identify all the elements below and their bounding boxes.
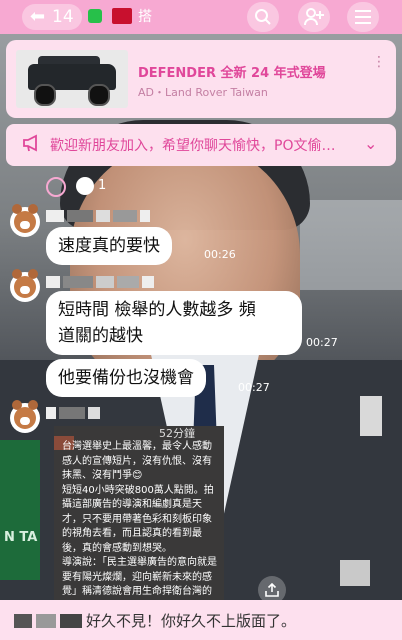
message-text-line: 道關的越快 <box>58 326 143 346</box>
car-wheel <box>88 84 110 106</box>
search-icon <box>255 9 271 25</box>
announcement-banner[interactable]: 歡迎新朋友加入，希望你聊天愉快，PO文偷… ⌄ <box>6 124 396 166</box>
ad-title: DEFENDER 全新 24 年式登場 <box>138 66 326 81</box>
mosaic-block <box>142 276 154 288</box>
ad-more-options-icon[interactable]: ⋮ <box>372 54 386 70</box>
share-icon <box>265 582 279 597</box>
title-emoji-icon <box>88 9 102 23</box>
mosaic-block <box>46 276 60 288</box>
car-wheel <box>34 84 56 106</box>
message-time: 00:27 <box>306 336 338 349</box>
mosaic-block <box>113 210 137 222</box>
background-poster <box>0 440 40 580</box>
mosaic-block <box>46 407 56 419</box>
add-reaction-icon[interactable] <box>46 177 66 197</box>
avatar[interactable] <box>10 204 40 237</box>
avatar-snout <box>20 221 30 229</box>
mosaic-block <box>59 407 85 419</box>
top-bar: ⬅ 14 搭 <box>0 0 402 34</box>
mosaic-block <box>63 276 93 288</box>
message-text-line: 短時間 檢舉的人數越多 頻 <box>58 300 256 320</box>
menu-button[interactable] <box>347 2 379 32</box>
message-time: 00:27 <box>238 381 270 394</box>
mosaic-block <box>340 560 370 586</box>
menu-icon <box>355 10 371 24</box>
search-button[interactable] <box>247 2 279 32</box>
mosaic-block <box>88 407 100 419</box>
pinned-message-bar[interactable]: 好久不見！你好久不上版面了。 <box>0 600 402 640</box>
background-poster-text: N TA <box>4 530 38 545</box>
shared-post-card[interactable]: 52分鐘 台灣選舉史上最溫馨，最令人感動感人的宣傳短片，沒有仇恨、沒有抹黑、沒有… <box>54 426 224 616</box>
avatar[interactable] <box>10 400 40 433</box>
unread-count: 14 <box>52 7 74 27</box>
back-arrow-icon: ⬅ <box>30 6 46 27</box>
mosaic-block <box>36 614 56 628</box>
chat-title[interactable]: 搭 <box>88 6 218 26</box>
background-light <box>300 200 402 290</box>
mosaic-block <box>96 210 110 222</box>
mosaic-block <box>96 276 114 288</box>
pinned-message-text: 好久不見！你好久不上版面了。 <box>86 612 297 630</box>
ad-car-image <box>16 50 128 108</box>
mosaic-block <box>67 210 93 222</box>
add-friend-icon <box>304 8 324 26</box>
back-button[interactable]: ⬅ 14 <box>22 4 82 30</box>
post-body: 台灣選舉史上最溫馨，最令人感動感人的宣傳短片，沒有仇恨、沒有抹黑、沒有鬥爭😊 短… <box>62 441 217 612</box>
title-flag-icon <box>112 8 132 24</box>
post-time: 52分鐘 <box>159 427 195 440</box>
mosaic-block <box>14 614 32 628</box>
add-friend-button[interactable] <box>298 2 330 32</box>
title-text-fragment: 搭 <box>138 9 152 25</box>
announcement-text: 歡迎新朋友加入，希望你聊天愉快，PO文偷… <box>50 138 336 154</box>
sponsored-ad-card[interactable]: DEFENDER 全新 24 年式登場 AD・Land Rover Taiwan… <box>6 40 396 118</box>
message-bubble[interactable]: 他要備份也沒機會 <box>46 359 206 397</box>
message-time: 00:26 <box>204 248 236 261</box>
sender-name-redacted <box>46 404 103 419</box>
mosaic-block <box>46 210 64 222</box>
mosaic-block <box>360 396 382 436</box>
mosaic-block <box>60 614 82 628</box>
sender-name-redacted <box>46 273 157 288</box>
sender-name-redacted <box>46 207 153 222</box>
reaction-count: 1 <box>98 178 107 193</box>
bear-reaction-icon <box>76 177 94 195</box>
ad-sponsor: AD・Land Rover Taiwan <box>138 86 268 99</box>
message-bubble[interactable]: 短時間 檢舉的人數越多 頻 道關的越快 <box>46 291 302 355</box>
avatar-snout <box>20 286 30 294</box>
avatar[interactable] <box>10 269 40 302</box>
avatar-snout <box>20 417 30 425</box>
chevron-down-icon[interactable]: ⌄ <box>364 134 377 153</box>
mosaic-block <box>140 210 150 222</box>
megaphone-icon <box>23 134 37 152</box>
message-bubble[interactable]: 速度真的要快 <box>46 227 172 265</box>
mosaic-block <box>117 276 139 288</box>
